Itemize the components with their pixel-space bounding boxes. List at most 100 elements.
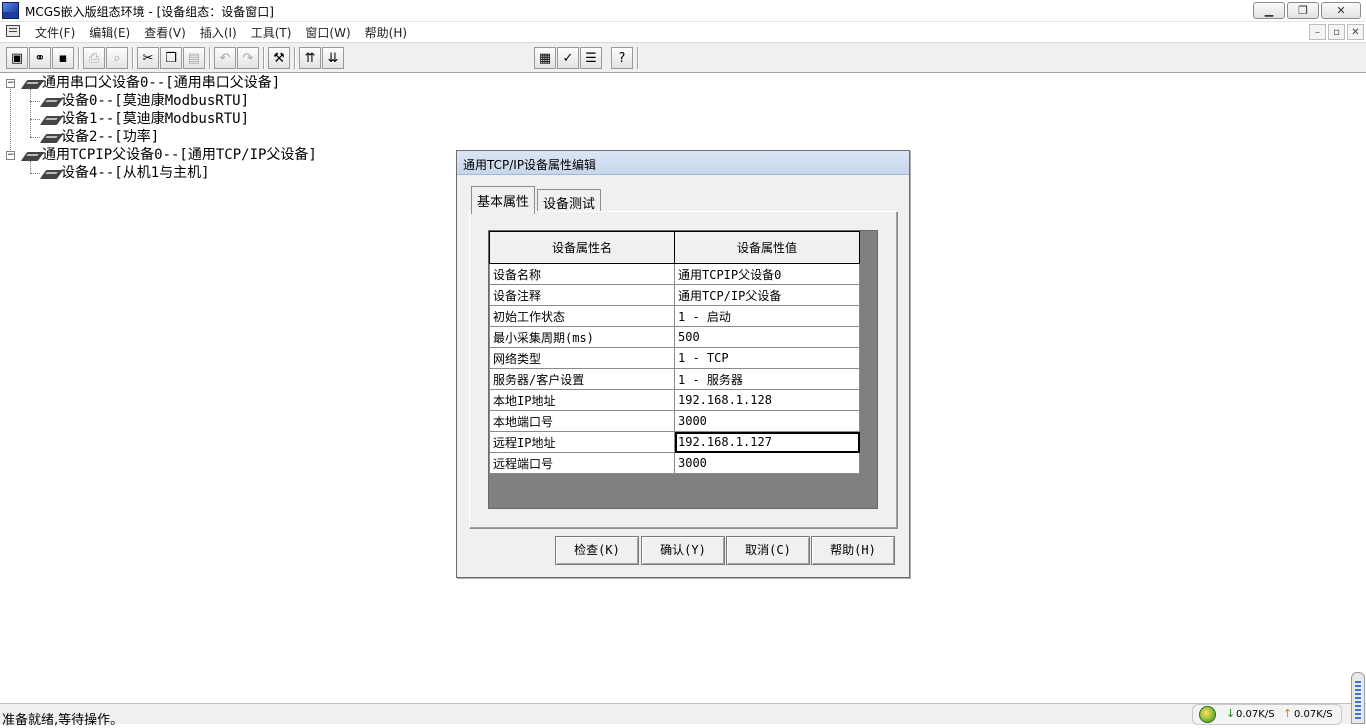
list-button[interactable]: ☰ xyxy=(580,47,602,69)
close-button[interactable]: ✕ xyxy=(1321,2,1361,19)
menu-file[interactable]: 文件(F) xyxy=(28,24,82,41)
tree-connector xyxy=(10,83,11,156)
new-window-button[interactable]: ▣ xyxy=(6,47,28,69)
parent-device-icon xyxy=(20,152,45,161)
table-row: 远程IP地址 192.168.1.127 xyxy=(489,431,860,453)
property-value[interactable]: 通用TCP/IP父设备 xyxy=(674,284,860,306)
tools-button[interactable]: ⚒ xyxy=(268,47,290,69)
collapse-icon: − xyxy=(7,78,15,88)
device-down-icon: ⇊ xyxy=(327,50,339,66)
paste-button[interactable]: ▤ xyxy=(183,47,205,69)
mcgs-app-icon[interactable] xyxy=(2,2,19,19)
menu-window[interactable]: 窗口(W) xyxy=(298,24,357,41)
dialog-title-bar[interactable]: 通用TCP/IP设备属性编辑 xyxy=(457,151,909,175)
property-value[interactable]: 500 xyxy=(674,326,860,348)
tree-node-device0[interactable]: 设备0--[莫迪康ModbusRTU] xyxy=(61,93,249,110)
mdi-restore-button[interactable]: ▫ xyxy=(1328,24,1345,40)
tree-connector xyxy=(30,161,31,173)
device-icon xyxy=(39,98,64,107)
help-button[interactable]: 帮助(H) xyxy=(811,536,895,565)
print-icon: ⎙ xyxy=(88,50,100,66)
property-value[interactable]: 192.168.1.128 xyxy=(674,389,860,411)
property-value[interactable]: 1 - TCP xyxy=(674,347,860,369)
table-row: 本地端口号 3000 xyxy=(489,410,860,432)
new-window-icon: ▣ xyxy=(10,50,24,66)
tree-connector xyxy=(30,89,31,137)
tree-node-device4[interactable]: 设备4--[从机1与主机] xyxy=(61,165,210,182)
print-preview-button[interactable]: ⌕ xyxy=(106,47,128,69)
property-name: 本地端口号 xyxy=(489,410,675,432)
property-value[interactable]: 1 - 服务器 xyxy=(674,368,860,390)
minimize-button[interactable]: ▁ xyxy=(1253,2,1285,19)
title-bar: MCGS嵌入版组态环境 - [设备组态：设备窗口] ▁ ❐ ✕ xyxy=(0,0,1366,22)
toolbar-separator xyxy=(78,47,80,69)
tree-connector xyxy=(30,137,40,138)
property-value[interactable]: 1 - 启动 xyxy=(674,305,860,327)
property-name: 服务器/客户设置 xyxy=(489,368,675,390)
window-title: MCGS嵌入版组态环境 - [设备组态：设备窗口] xyxy=(25,5,274,19)
redo-button[interactable]: ↷ xyxy=(237,47,259,69)
toolbar: ▣ ⚭ ▪ ⎙ ⌕ ✂ ❐ ▤ ↶ ↷ ⚒ ⇈ ⇊ ▦ ✓ ☰ ? xyxy=(0,42,1366,73)
tree-node-device2[interactable]: 设备2--[功率] xyxy=(61,129,159,146)
confirm-button[interactable]: 确认(Y) xyxy=(641,536,725,565)
tree-collapse-toggle[interactable]: − xyxy=(6,79,15,88)
table-row: 网络类型 1 - TCP xyxy=(489,347,860,369)
network-speed-widget[interactable]: ↓ 0.07K/S ↑ 0.07K/S xyxy=(1192,704,1342,725)
tree-node-device1[interactable]: 设备1--[莫迪康ModbusRTU] xyxy=(61,111,249,128)
tab-panel: 设备属性名 设备属性值 设备名称 通用TCPIP父设备0 设备注释 通用TCP/… xyxy=(469,211,898,529)
check-button[interactable]: ✓ xyxy=(557,47,579,69)
document-window-icon[interactable] xyxy=(6,25,20,37)
table-row: 远程端口号 3000 xyxy=(489,452,860,474)
mdi-minimize-button[interactable]: – xyxy=(1309,24,1326,40)
tree-connector xyxy=(30,101,40,102)
toolbar-separator xyxy=(294,47,296,69)
check-button[interactable]: 检查(K) xyxy=(555,536,639,565)
properties-button[interactable]: ▦ xyxy=(534,47,556,69)
floating-side-tab[interactable] xyxy=(1351,672,1365,724)
tab-basic-properties[interactable]: 基本属性 xyxy=(471,186,536,214)
cancel-button[interactable]: 取消(C) xyxy=(726,536,810,565)
menu-insert[interactable]: 插入(I) xyxy=(193,24,244,41)
redo-icon: ↷ xyxy=(242,50,254,66)
property-name: 最小采集周期(ms) xyxy=(489,326,675,348)
minimize-icon: – xyxy=(1315,26,1320,38)
property-name: 设备注释 xyxy=(489,284,675,306)
tree-collapse-toggle[interactable]: − xyxy=(6,151,15,160)
property-name: 设备名称 xyxy=(489,263,675,285)
maximize-button[interactable]: ❐ xyxy=(1287,2,1319,19)
property-value[interactable]: 3000 xyxy=(674,410,860,432)
table-row: 设备注释 通用TCP/IP父设备 xyxy=(489,284,860,306)
binoculars-icon: ⚭ xyxy=(34,50,46,66)
copy-icon: ❐ xyxy=(165,50,177,66)
menu-help[interactable]: 帮助(H) xyxy=(358,24,414,41)
column-header-name: 设备属性名 xyxy=(489,231,675,264)
mdi-close-button[interactable]: ✕ xyxy=(1347,24,1364,40)
tree-connector xyxy=(30,173,40,174)
upload-arrow-icon: ↑ xyxy=(1283,707,1293,720)
property-table: 设备属性名 设备属性值 设备名称 通用TCPIP父设备0 设备注释 通用TCP/… xyxy=(489,231,860,474)
property-value[interactable]: 通用TCPIP父设备0 xyxy=(674,263,860,285)
undo-button[interactable]: ↶ xyxy=(214,47,236,69)
device-up-button[interactable]: ⇈ xyxy=(299,47,321,69)
tcpip-device-properties-dialog: 通用TCP/IP设备属性编辑 基本属性 设备测试 设备属性名 设备属性值 设备名… xyxy=(456,150,910,578)
restore-icon: ❐ xyxy=(1298,4,1308,17)
check-icon: ✓ xyxy=(562,50,574,66)
table-row: 初始工作状态 1 - 启动 xyxy=(489,305,860,327)
context-help-button[interactable]: ? xyxy=(611,47,633,69)
tree-node-tcpip-parent[interactable]: 通用TCPIP父设备0--[通用TCP/IP父设备] xyxy=(42,147,317,164)
menu-tools[interactable]: 工具(T) xyxy=(244,24,299,41)
close-icon: ✕ xyxy=(1336,4,1346,17)
property-value[interactable]: 3000 xyxy=(674,452,860,474)
find-button[interactable]: ⚭ xyxy=(29,47,51,69)
menu-view[interactable]: 查看(V) xyxy=(137,24,193,41)
property-value-editing[interactable]: 192.168.1.127 xyxy=(674,431,860,453)
device-down-button[interactable]: ⇊ xyxy=(322,47,344,69)
cut-button[interactable]: ✂ xyxy=(137,47,159,69)
toolbar-separator xyxy=(263,47,265,69)
tree-node-serial-parent[interactable]: 通用串口父设备0--[通用串口父设备] xyxy=(42,75,280,92)
save-button[interactable]: ▪ xyxy=(52,47,74,69)
tab-device-test[interactable]: 设备测试 xyxy=(537,189,602,212)
print-button[interactable]: ⎙ xyxy=(83,47,105,69)
copy-button[interactable]: ❐ xyxy=(160,47,182,69)
menu-edit[interactable]: 编辑(E) xyxy=(82,24,137,41)
